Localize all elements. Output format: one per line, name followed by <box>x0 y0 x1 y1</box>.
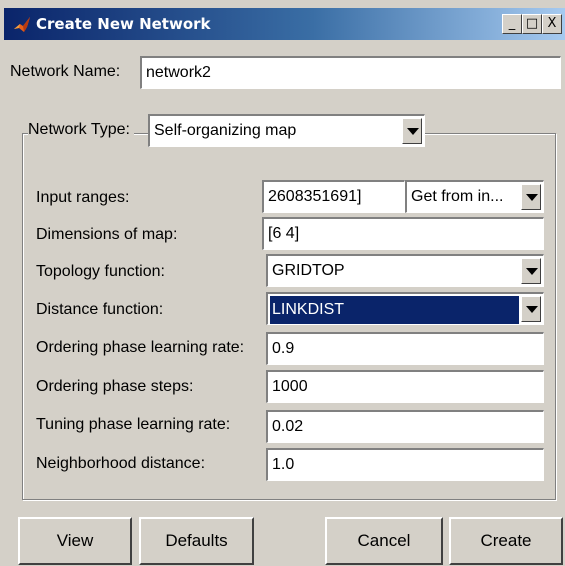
matlab-logo-icon <box>14 17 30 32</box>
input-ranges-source-select[interactable]: Get from in... <box>405 180 544 213</box>
network-name-input[interactable]: network2 <box>140 56 561 89</box>
window-title: Create New Network <box>36 15 211 33</box>
network-type-value: Self-organizing map <box>154 122 297 139</box>
param-label-ordering-steps: Ordering phase steps: <box>36 378 194 395</box>
tuning-lr-field[interactable]: 0.02 <box>266 410 544 443</box>
param-label-ordering-lr: Ordering phase learning rate: <box>36 339 245 356</box>
param-label-tuning-lr: Tuning phase learning rate: <box>36 416 231 433</box>
defaults-button[interactable]: Defaults <box>139 517 254 565</box>
chevron-down-icon[interactable] <box>402 118 422 144</box>
title-bar[interactable]: Create New Network _ □ X <box>4 8 565 40</box>
param-label-input-ranges: Input ranges: <box>36 189 130 206</box>
create-network-dialog: Create New Network _ □ X Network Name: n… <box>0 0 565 566</box>
input-ranges-field[interactable]: 2608351691] <box>262 180 405 213</box>
minimize-button[interactable]: _ <box>502 14 522 34</box>
network-type-select[interactable]: Self-organizing map <box>148 114 425 147</box>
chevron-down-icon[interactable] <box>521 258 541 284</box>
param-label-dimensions: Dimensions of map: <box>36 226 178 243</box>
network-name-label: Network Name: <box>10 63 121 80</box>
param-label-topology: Topology function: <box>36 263 165 280</box>
cancel-button[interactable]: Cancel <box>325 517 443 565</box>
chevron-down-icon[interactable] <box>521 296 541 322</box>
view-button[interactable]: View <box>18 517 132 565</box>
topology-function-select[interactable]: GRIDTOP <box>266 254 544 287</box>
ordering-steps-field[interactable]: 1000 <box>266 370 544 403</box>
network-type-label: Network Type: <box>28 121 134 139</box>
distance-function-select[interactable]: LINKDIST <box>266 292 544 325</box>
dimensions-field[interactable]: [6 4] <box>262 217 544 250</box>
input-ranges-source-value: Get from in... <box>411 188 504 205</box>
ordering-lr-field[interactable]: 0.9 <box>266 332 544 365</box>
chevron-down-icon[interactable] <box>521 184 541 210</box>
create-button[interactable]: Create <box>449 517 563 565</box>
neighborhood-distance-field[interactable]: 1.0 <box>266 448 544 481</box>
param-label-distance: Distance function: <box>36 301 164 318</box>
maximize-button[interactable]: □ <box>522 14 542 34</box>
param-label-neighborhood: Neighborhood distance: <box>36 455 206 472</box>
topology-function-value: GRIDTOP <box>272 262 345 279</box>
close-button[interactable]: X <box>542 14 562 34</box>
distance-function-value: LINKDIST <box>270 296 519 324</box>
